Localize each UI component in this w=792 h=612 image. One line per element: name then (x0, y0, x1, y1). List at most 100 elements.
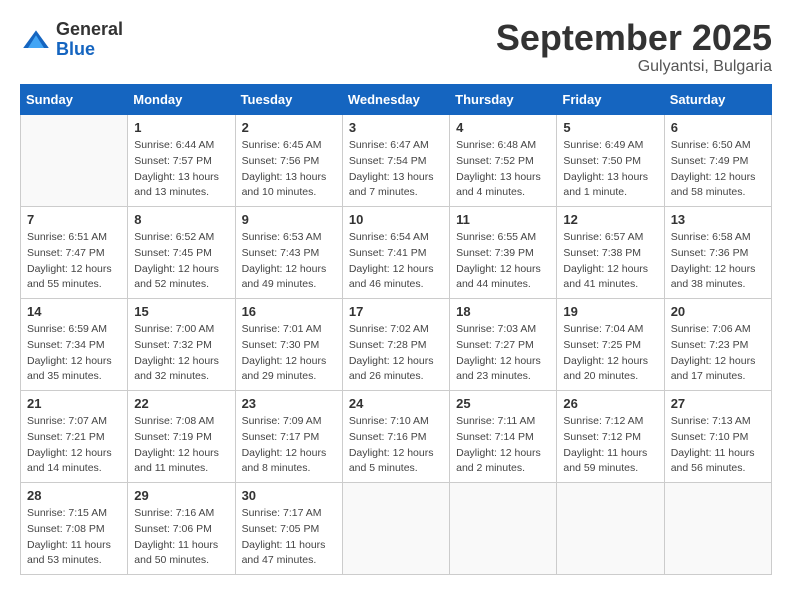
logo-text: General Blue (56, 20, 123, 60)
calendar-cell: 28 Sunrise: 7:15 AMSunset: 7:08 PMDayligh… (21, 483, 128, 575)
day-number: 13 (671, 212, 765, 227)
weekday-header-row: SundayMondayTuesdayWednesdayThursdayFrid… (21, 85, 772, 115)
day-info: Sunrise: 6:47 AMSunset: 7:54 PMDaylight:… (349, 138, 443, 201)
day-number: 19 (563, 304, 657, 319)
day-info: Sunrise: 6:55 AMSunset: 7:39 PMDaylight:… (456, 230, 550, 293)
week-row-2: 7Sunrise: 6:51 AMSunset: 7:47 PMDaylight… (21, 207, 772, 299)
day-info: Sunrise: 6:53 AMSunset: 7:43 PMDaylight:… (242, 230, 336, 293)
calendar-cell: 12 Sunrise: 6:57 AMSunset: 7:38 PMDayligh… (557, 207, 664, 299)
calendar-cell (450, 483, 557, 575)
calendar-cell: 21Sunrise: 7:07 AMSunset: 7:21 PMDayligh… (21, 391, 128, 483)
calendar-cell: 25Sunrise: 7:11 AMSunset: 7:14 PMDayligh… (450, 391, 557, 483)
day-info: Sunrise: 6:48 AMSunset: 7:52 PMDaylight:… (456, 138, 550, 201)
day-info: Sunrise: 7:01 AMSunset: 7:30 PMDaylight:… (242, 322, 336, 385)
calendar-cell: 30 Sunrise: 7:17 AMSunset: 7:05 PMDayligh… (235, 483, 342, 575)
day-number: 8 (134, 212, 228, 227)
calendar-cell: 20 Sunrise: 7:06 AMSunset: 7:23 PMDayligh… (664, 299, 771, 391)
day-number: 4 (456, 120, 550, 135)
page-header: General Blue September 2025 Gulyantsi, B… (20, 20, 772, 76)
day-info: Sunrise: 7:03 AMSunset: 7:27 PMDaylight:… (456, 322, 550, 385)
day-info: Sunrise: 7:06 AMSunset: 7:23 PMDaylight:… (671, 322, 765, 385)
calendar-cell (21, 115, 128, 207)
day-number: 1 (134, 120, 228, 135)
day-info: Sunrise: 7:04 AMSunset: 7:25 PMDaylight:… (563, 322, 657, 385)
day-number: 7 (27, 212, 121, 227)
calendar-cell: 13 Sunrise: 6:58 AMSunset: 7:36 PMDayligh… (664, 207, 771, 299)
calendar-cell: 26 Sunrise: 7:12 AMSunset: 7:12 PMDayligh… (557, 391, 664, 483)
calendar-cell: 9 Sunrise: 6:53 AMSunset: 7:43 PMDaylight… (235, 207, 342, 299)
calendar-cell: 17 Sunrise: 7:02 AMSunset: 7:28 PMDayligh… (342, 299, 449, 391)
calendar-cell: 29 Sunrise: 7:16 AMSunset: 7:06 PMDayligh… (128, 483, 235, 575)
day-number: 10 (349, 212, 443, 227)
calendar-cell (342, 483, 449, 575)
calendar-cell: 18 Sunrise: 7:03 AMSunset: 7:27 PMDayligh… (450, 299, 557, 391)
calendar-cell: 3 Sunrise: 6:47 AMSunset: 7:54 PMDaylight… (342, 115, 449, 207)
calendar-cell: 23 Sunrise: 7:09 AMSunset: 7:17 PMDayligh… (235, 391, 342, 483)
calendar-cell: 24 Sunrise: 7:10 AMSunset: 7:16 PMDayligh… (342, 391, 449, 483)
day-info: Sunrise: 7:09 AMSunset: 7:17 PMDaylight:… (242, 414, 336, 477)
calendar-cell (557, 483, 664, 575)
weekday-header-friday: Friday (557, 85, 664, 115)
weekday-header-sunday: Sunday (21, 85, 128, 115)
calendar-cell: 4 Sunrise: 6:48 AMSunset: 7:52 PMDaylight… (450, 115, 557, 207)
day-number: 28 (27, 488, 121, 503)
calendar-cell: 14Sunrise: 6:59 AMSunset: 7:34 PMDayligh… (21, 299, 128, 391)
logo: General Blue (20, 20, 123, 60)
calendar-cell: 6Sunrise: 6:50 AMSunset: 7:49 PMDaylight… (664, 115, 771, 207)
week-row-4: 21Sunrise: 7:07 AMSunset: 7:21 PMDayligh… (21, 391, 772, 483)
day-info: Sunrise: 7:13 AMSunset: 7:10 PMDaylight:… (671, 414, 765, 477)
calendar-cell: 16Sunrise: 7:01 AMSunset: 7:30 PMDayligh… (235, 299, 342, 391)
day-info: Sunrise: 7:17 AMSunset: 7:05 PMDaylight:… (242, 506, 336, 569)
logo-icon (20, 24, 52, 56)
day-info: Sunrise: 7:10 AMSunset: 7:16 PMDaylight:… (349, 414, 443, 477)
day-info: Sunrise: 7:16 AMSunset: 7:06 PMDaylight:… (134, 506, 228, 569)
week-row-1: 1 Sunrise: 6:44 AMSunset: 7:57 PMDaylight… (21, 115, 772, 207)
day-number: 17 (349, 304, 443, 319)
day-number: 3 (349, 120, 443, 135)
calendar-cell (664, 483, 771, 575)
day-number: 24 (349, 396, 443, 411)
weekday-header-tuesday: Tuesday (235, 85, 342, 115)
day-number: 20 (671, 304, 765, 319)
calendar-cell: 10 Sunrise: 6:54 AMSunset: 7:41 PMDayligh… (342, 207, 449, 299)
day-number: 26 (563, 396, 657, 411)
calendar-cell: 15Sunrise: 7:00 AMSunset: 7:32 PMDayligh… (128, 299, 235, 391)
day-number: 23 (242, 396, 336, 411)
day-number: 15 (134, 304, 228, 319)
day-info: Sunrise: 6:52 AMSunset: 7:45 PMDaylight:… (134, 230, 228, 293)
day-number: 11 (456, 212, 550, 227)
day-number: 18 (456, 304, 550, 319)
day-info: Sunrise: 7:12 AMSunset: 7:12 PMDaylight:… (563, 414, 657, 477)
weekday-header-saturday: Saturday (664, 85, 771, 115)
weekday-header-monday: Monday (128, 85, 235, 115)
logo-general: General (56, 19, 123, 39)
day-info: Sunrise: 6:58 AMSunset: 7:36 PMDaylight:… (671, 230, 765, 293)
day-info: Sunrise: 6:59 AMSunset: 7:34 PMDaylight:… (27, 322, 121, 385)
logo-blue: Blue (56, 39, 95, 59)
day-number: 2 (242, 120, 336, 135)
calendar-cell: 27 Sunrise: 7:13 AMSunset: 7:10 PMDayligh… (664, 391, 771, 483)
calendar-cell: 7Sunrise: 6:51 AMSunset: 7:47 PMDaylight… (21, 207, 128, 299)
day-number: 9 (242, 212, 336, 227)
day-info: Sunrise: 7:02 AMSunset: 7:28 PMDaylight:… (349, 322, 443, 385)
calendar-cell: 5Sunrise: 6:49 AMSunset: 7:50 PMDaylight… (557, 115, 664, 207)
title-block: September 2025 Gulyantsi, Bulgaria (496, 20, 772, 76)
calendar-table: SundayMondayTuesdayWednesdayThursdayFrid… (20, 84, 772, 575)
location: Gulyantsi, Bulgaria (496, 58, 772, 76)
day-info: Sunrise: 7:07 AMSunset: 7:21 PMDaylight:… (27, 414, 121, 477)
day-number: 29 (134, 488, 228, 503)
day-number: 6 (671, 120, 765, 135)
day-number: 30 (242, 488, 336, 503)
month-title: September 2025 (496, 20, 772, 56)
day-number: 25 (456, 396, 550, 411)
day-info: Sunrise: 6:54 AMSunset: 7:41 PMDaylight:… (349, 230, 443, 293)
calendar-cell: 19 Sunrise: 7:04 AMSunset: 7:25 PMDayligh… (557, 299, 664, 391)
calendar-cell: 11 Sunrise: 6:55 AMSunset: 7:39 PMDayligh… (450, 207, 557, 299)
weekday-header-wednesday: Wednesday (342, 85, 449, 115)
day-info: Sunrise: 6:44 AMSunset: 7:57 PMDaylight:… (134, 138, 228, 201)
day-number: 12 (563, 212, 657, 227)
week-row-5: 28 Sunrise: 7:15 AMSunset: 7:08 PMDayligh… (21, 483, 772, 575)
day-number: 27 (671, 396, 765, 411)
day-info: Sunrise: 7:15 AMSunset: 7:08 PMDaylight:… (27, 506, 121, 569)
day-info: Sunrise: 6:57 AMSunset: 7:38 PMDaylight:… (563, 230, 657, 293)
